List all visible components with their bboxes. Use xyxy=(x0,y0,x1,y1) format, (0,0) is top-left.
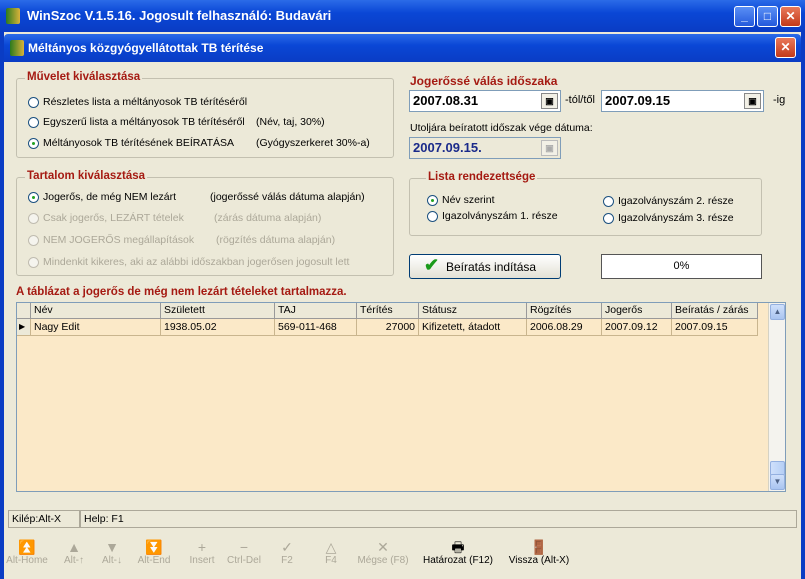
scroll-up-icon[interactable]: ▲ xyxy=(770,304,785,320)
col-header-name[interactable]: Név xyxy=(31,303,161,319)
progress-bar: 0% xyxy=(601,254,762,279)
radio-button[interactable] xyxy=(28,138,39,149)
printer-icon: 🖶 xyxy=(451,539,465,555)
radio-button[interactable] xyxy=(28,213,39,224)
period-to-suffix: -ig xyxy=(773,94,786,106)
toolbar-insert-button[interactable]: + Insert xyxy=(182,539,222,566)
toolbar-back-button[interactable]: 🚪 Vissza (Alt-X) xyxy=(504,539,574,566)
period-label: Jogerőssé válás időszaka xyxy=(410,74,558,88)
app-title-bar: WinSzoc V.1.5.16. Jogosult felhasználó: … xyxy=(0,0,805,32)
down-arrow-icon: ▼ xyxy=(105,539,119,555)
dialog-title: Méltányos közgyógyellátottak TB térítése xyxy=(28,41,264,55)
col-header-taj[interactable]: TAJ xyxy=(275,303,357,319)
calendar-icon: ▣ xyxy=(541,140,558,156)
start-enroll-button[interactable]: ✔ Beíratás indítása xyxy=(409,254,561,279)
check-icon: ✓ xyxy=(281,539,293,555)
dialog-title-bar: Méltányos közgyógyellátottak TB térítése… xyxy=(4,34,801,62)
toolbar-decision-button[interactable]: 🖶 Határozat (F12) xyxy=(418,539,498,566)
radio-button[interactable] xyxy=(427,211,438,222)
table-cell[interactable]: 27000 xyxy=(357,319,419,336)
toolbar-first-button[interactable]: ⏫ Alt-Home xyxy=(4,539,50,566)
order-group: Lista rendezettsége xyxy=(409,171,762,236)
status-help: Help: F1 xyxy=(80,510,797,528)
cancel-icon: ✕ xyxy=(377,539,389,555)
toolbar-down-button[interactable]: ▼ Alt-↓ xyxy=(92,539,132,566)
radio-button[interactable] xyxy=(28,192,39,203)
minus-icon: − xyxy=(239,539,249,555)
table-cell[interactable]: 569-011-468 xyxy=(275,319,357,336)
records-table[interactable]: Név Született TAJ Térítés Státusz Rögzít… xyxy=(16,302,786,492)
row-indicator-icon: ▶ xyxy=(17,319,31,336)
radio-button[interactable] xyxy=(28,235,39,246)
radio-button[interactable] xyxy=(603,213,614,224)
period-from-field[interactable]: 2007.08.31 ▣ xyxy=(409,90,561,112)
toolbar-save-button[interactable]: ✓ F2 xyxy=(272,539,302,566)
col-header-status[interactable]: Státusz xyxy=(419,303,527,319)
order-legend: Lista rendezettsége xyxy=(426,171,538,183)
toolbar-delete-button[interactable]: − Ctrl-Del xyxy=(222,539,266,566)
table-scrollbar[interactable]: ▲ ▼ xyxy=(768,303,785,491)
table-caption: A táblázat a jogerős de még nem lezárt t… xyxy=(16,286,347,298)
maximize-button[interactable]: □ xyxy=(757,6,778,27)
up-arrow-icon: ▲ xyxy=(67,539,81,555)
radio-button[interactable] xyxy=(427,195,438,206)
col-header-recorded[interactable]: Rögzítés xyxy=(527,303,602,319)
first-record-icon: ⏫ xyxy=(18,539,36,555)
table-cell[interactable]: 1938.05.02 xyxy=(161,319,275,336)
toolbar-up-button[interactable]: ▲ Alt-↑ xyxy=(54,539,94,566)
content-legend: Tartalom kiválasztása xyxy=(25,170,148,182)
close-app-button[interactable]: ✕ xyxy=(780,6,801,27)
col-header-payment[interactable]: Térítés xyxy=(357,303,419,319)
exit-door-icon: 🚪 xyxy=(530,539,548,555)
radio-button[interactable] xyxy=(28,97,39,108)
operation-legend: Művelet kiválasztása xyxy=(25,71,143,83)
table-cell[interactable]: 2006.08.29 xyxy=(527,319,602,336)
check-icon: ✔ xyxy=(424,255,440,275)
col-header-final[interactable]: Jogerős xyxy=(602,303,672,319)
calendar-icon[interactable]: ▣ xyxy=(541,93,558,109)
status-exit: Kilép:Alt-X xyxy=(8,510,80,528)
col-header-born[interactable]: Született xyxy=(161,303,275,319)
progress-text: 0% xyxy=(673,260,690,272)
table-cell[interactable]: Kifizetett, átadott xyxy=(419,319,527,336)
toolbar-f4-button[interactable]: △ F4 xyxy=(316,539,346,566)
period-from-suffix: -tól/től xyxy=(565,94,595,106)
last-record-icon: ⏬ xyxy=(145,539,163,555)
row-indicator-header xyxy=(17,303,31,319)
calendar-icon[interactable]: ▣ xyxy=(744,93,761,109)
period-to-field[interactable]: 2007.09.15 ▣ xyxy=(601,90,764,112)
toolbar-cancel-button[interactable]: ✕ Mégse (F8) xyxy=(354,539,412,566)
table-cell[interactable]: 2007.09.12 xyxy=(602,319,672,336)
minimize-button[interactable]: _ xyxy=(734,6,755,27)
radio-button[interactable] xyxy=(28,257,39,268)
last-period-field: 2007.09.15. ▣ xyxy=(409,137,561,159)
table-cell[interactable]: 2007.09.15 xyxy=(672,319,758,336)
triangle-icon: △ xyxy=(325,539,337,555)
close-dialog-button[interactable]: ✕ xyxy=(775,37,796,58)
radio-button[interactable] xyxy=(603,196,614,207)
radio-button[interactable] xyxy=(28,117,39,128)
plus-icon: + xyxy=(197,539,207,555)
dialog-icon xyxy=(10,40,24,56)
toolbar-last-button[interactable]: ⏬ Alt-End xyxy=(132,539,176,566)
app-icon xyxy=(6,8,20,24)
scroll-down-icon[interactable]: ▼ xyxy=(770,474,785,490)
table-cell[interactable]: Nagy Edit xyxy=(31,319,161,336)
col-header-closed[interactable]: Beíratás / zárás xyxy=(672,303,758,319)
last-period-label: Utoljára beíratott időszak vége dátuma: xyxy=(410,122,593,134)
app-title: WinSzoc V.1.5.16. Jogosult felhasználó: … xyxy=(27,8,332,23)
